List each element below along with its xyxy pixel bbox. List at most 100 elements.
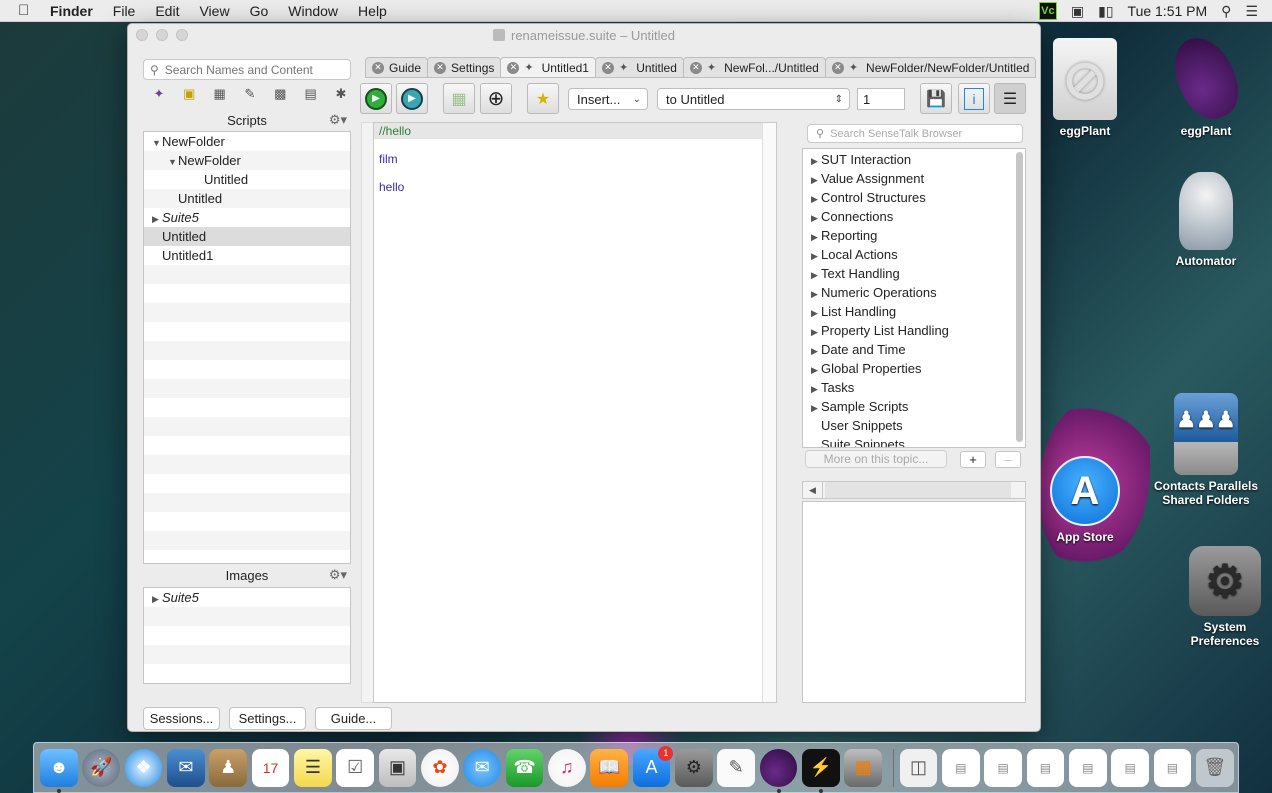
script-list-row[interactable] bbox=[144, 322, 350, 341]
spotlight-icon[interactable]: ⚲ bbox=[1221, 3, 1231, 20]
toggle-browser-button[interactable]: ☰ bbox=[994, 83, 1026, 114]
images-list[interactable]: ▶ Suite5 bbox=[143, 587, 351, 684]
menu-view[interactable]: View bbox=[199, 3, 229, 19]
tab-untitled1[interactable]: ✕ ✦ Untitled1 bbox=[500, 57, 596, 78]
browser-topic-row[interactable]: ▶ Sample Scripts bbox=[803, 397, 1025, 416]
browser-topic-row[interactable]: ▶ Connections bbox=[803, 207, 1025, 226]
browser-topic-row[interactable]: ▶ Global Properties bbox=[803, 359, 1025, 378]
close-tab-icon[interactable]: ✕ bbox=[689, 61, 702, 74]
itunes-dock-icon[interactable]: ♫ bbox=[547, 748, 586, 787]
close-tab-icon[interactable]: ✕ bbox=[507, 61, 520, 74]
minimize-window-button[interactable] bbox=[156, 29, 168, 41]
pen-filter-icon[interactable]: ✎ bbox=[241, 85, 259, 103]
photos-dock-icon[interactable]: ✿ bbox=[420, 748, 459, 787]
image-list-row[interactable] bbox=[144, 607, 350, 626]
resources-filter-icon[interactable]: ▩ bbox=[271, 85, 289, 103]
activity-monitor-dock-icon[interactable]: ⚡ bbox=[801, 748, 840, 793]
images-filter-icon[interactable]: ▣ bbox=[180, 85, 198, 103]
launchpad-dock-icon[interactable]: 🚀 bbox=[82, 748, 121, 787]
browser-topic-row[interactable]: ▶ Control Structures bbox=[803, 188, 1025, 207]
browser-topic-row[interactable]: ▶ Value Assignment bbox=[803, 169, 1025, 188]
apple-menu-icon[interactable]:  bbox=[18, 2, 36, 19]
script-list-row[interactable]: ▼NewFolder bbox=[144, 132, 350, 151]
menubar-clock[interactable]: Tue 1:51 PM bbox=[1128, 3, 1208, 19]
system-preferences-dock-icon[interactable]: ⚙ bbox=[674, 748, 713, 787]
airplay-icon[interactable]: ▣ bbox=[1071, 3, 1084, 20]
more-on-topic-button[interactable]: More on this topic... bbox=[805, 450, 947, 468]
insert-dropdown[interactable]: Insert... ⌄ bbox=[568, 88, 648, 110]
scripts-filter-icon[interactable]: ✦ bbox=[150, 85, 168, 103]
script-list-row[interactable]: Untitled bbox=[144, 189, 350, 208]
image-list-row[interactable]: ▶ Suite5 bbox=[144, 588, 350, 607]
vnc-status-icon[interactable]: Vc bbox=[1038, 2, 1057, 20]
image-list-row[interactable] bbox=[144, 645, 350, 664]
reminders-dock-icon[interactable]: ☑ bbox=[336, 748, 375, 787]
guide-button[interactable]: Guide... bbox=[315, 707, 392, 730]
tab-newfolder-untitled[interactable]: ✕ ✦ NewFol.../Untitled bbox=[682, 57, 826, 78]
menu-edit[interactable]: Edit bbox=[155, 3, 179, 19]
script-list-row[interactable] bbox=[144, 455, 350, 474]
close-tab-icon[interactable]: ✕ bbox=[601, 61, 614, 74]
table-button[interactable]: ▦ bbox=[443, 83, 475, 114]
desktop-icon-eggplant-app[interactable]: ⊘ eggPlant bbox=[1030, 38, 1140, 138]
menu-window[interactable]: Window bbox=[288, 3, 338, 19]
browser-topic-row[interactable]: ▶ Date and Time bbox=[803, 340, 1025, 359]
back-arrow-icon[interactable]: ◀ bbox=[803, 482, 823, 498]
script-list-row[interactable]: ▼NewFolder bbox=[144, 151, 350, 170]
trash-dock-icon[interactable]: 🗑 bbox=[1195, 748, 1234, 787]
preview-dock-icon[interactable]: ▣ bbox=[378, 748, 417, 787]
script-list-row[interactable] bbox=[144, 512, 350, 531]
finder-dock-icon[interactable]: ☻ bbox=[40, 748, 78, 793]
desktop-icon-shared-folders[interactable]: ♟♟♟ Contacts Parallels Shared Folders bbox=[1151, 393, 1261, 507]
script-list-row[interactable]: ▶ Suite5 bbox=[144, 208, 350, 227]
tab-newfolder-newfolder-untitled[interactable]: ✕ ✦ NewFolder/NewFolder/Untitled bbox=[824, 57, 1037, 78]
script-list-row[interactable] bbox=[144, 493, 350, 512]
sensetalk-search-field[interactable]: ⚲ Search SenseTalk Browser bbox=[807, 124, 1023, 143]
browser-topic-row[interactable]: ▶ SUT Interaction bbox=[803, 150, 1025, 169]
messages-dock-icon[interactable]: ✉ bbox=[463, 748, 502, 787]
desktop-icon-eggplant-alias[interactable]: eggPlant bbox=[1151, 28, 1261, 138]
menu-help[interactable]: Help bbox=[358, 3, 387, 19]
script-list-row[interactable]: Untitled bbox=[144, 227, 350, 246]
minimized-window-thumbnail[interactable]: ▤ bbox=[1026, 748, 1065, 787]
notes-dock-icon[interactable]: ☰ bbox=[293, 748, 332, 787]
close-tab-icon[interactable]: ✕ bbox=[434, 61, 447, 74]
insert-target-dropdown[interactable]: to Untitled ⇕ bbox=[657, 88, 850, 110]
menu-go[interactable]: Go bbox=[250, 3, 269, 19]
browser-topic-row[interactable]: ▶ Reporting bbox=[803, 226, 1025, 245]
image-list-row[interactable] bbox=[144, 626, 350, 645]
zoom-in-button[interactable]: ⊕ bbox=[480, 83, 512, 114]
add-snippet-button[interactable]: + bbox=[960, 451, 986, 468]
browser-topic-row[interactable]: User Snippets bbox=[803, 416, 1025, 435]
ibooks-dock-icon[interactable]: 📖 bbox=[590, 748, 629, 787]
minimized-window-thumbnail[interactable]: ▤ bbox=[1068, 748, 1107, 787]
desktop-icon-app-store[interactable]: A App Store bbox=[1030, 456, 1140, 544]
textedit-dock-icon[interactable]: ✎ bbox=[717, 748, 756, 787]
script-list-row[interactable]: Untitled bbox=[144, 170, 350, 189]
scripts-list[interactable]: ▼NewFolder ▼NewFolder Untitled Untitled ▶ Sui… bbox=[143, 131, 351, 564]
notification-center-icon[interactable]: ☰ bbox=[1245, 3, 1258, 20]
browser-topic-row[interactable]: ▶ Text Handling bbox=[803, 264, 1025, 283]
minimized-window-thumbnail[interactable]: ▤ bbox=[1111, 748, 1150, 787]
minimized-window-thumbnail[interactable]: ▤ bbox=[941, 748, 980, 787]
remove-snippet-button[interactable]: – bbox=[995, 451, 1021, 468]
menu-file[interactable]: File bbox=[113, 3, 136, 19]
script-list-row[interactable] bbox=[144, 360, 350, 379]
tab-guide[interactable]: ✕ Guide bbox=[365, 57, 429, 78]
script-list-row[interactable] bbox=[144, 284, 350, 303]
facetime-dock-icon[interactable]: ☎ bbox=[505, 748, 544, 787]
script-list-row[interactable] bbox=[144, 398, 350, 417]
close-tab-icon[interactable]: ✕ bbox=[831, 61, 844, 74]
calculator-dock-icon[interactable]: ▦ bbox=[844, 748, 883, 787]
run-script-button[interactable]: ▶ bbox=[360, 83, 392, 114]
search-field[interactable]: ⚲ bbox=[143, 59, 351, 80]
battery-icon[interactable]: ▮▯ bbox=[1098, 3, 1113, 20]
browser-topic-row[interactable]: Suite Snippets bbox=[803, 435, 1025, 447]
browser-topic-row[interactable]: ▶ Property List Handling bbox=[803, 321, 1025, 340]
capture-button[interactable]: ★ bbox=[527, 83, 559, 114]
script-list-row[interactable] bbox=[144, 436, 350, 455]
all-filter-icon[interactable]: ✱ bbox=[332, 85, 350, 103]
minimized-window-thumbnail[interactable]: ▤ bbox=[984, 748, 1023, 787]
desktop-icon-automator[interactable]: Automator bbox=[1151, 172, 1261, 268]
calendar-dock-icon[interactable]: 17 bbox=[251, 748, 290, 787]
